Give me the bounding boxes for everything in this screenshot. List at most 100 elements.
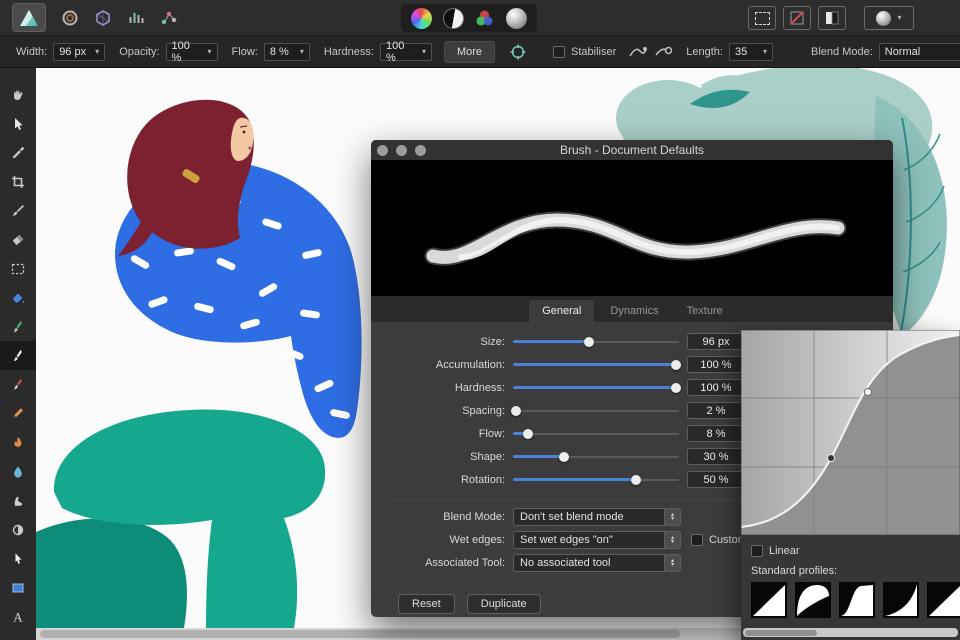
shape-slider[interactable] bbox=[513, 445, 679, 468]
curve-control-point-dark[interactable] bbox=[827, 454, 835, 462]
flood-fill-tool[interactable] bbox=[0, 283, 36, 312]
tab-dynamics[interactable]: Dynamics bbox=[597, 300, 671, 322]
node-tool[interactable] bbox=[0, 544, 36, 573]
brush-target-icon[interactable] bbox=[509, 43, 527, 61]
custom-checkbox[interactable] bbox=[691, 533, 703, 546]
dialog-titlebar[interactable]: Brush - Document Defaults bbox=[371, 140, 893, 160]
linear-label: Linear bbox=[769, 545, 800, 557]
chevron-down-icon: ▾ bbox=[897, 13, 902, 22]
accumulation-value[interactable]: 100 % bbox=[687, 356, 745, 373]
view-mode-button[interactable]: ▾ bbox=[864, 6, 914, 30]
eraser-tool[interactable] bbox=[0, 225, 36, 254]
linear-checkbox[interactable] bbox=[751, 545, 763, 557]
rectangle-tool[interactable] bbox=[0, 573, 36, 602]
hardness-value[interactable]: 100 % bbox=[687, 379, 745, 396]
profile-thumb-scurve[interactable] bbox=[839, 582, 875, 618]
blend-mode-label: Blend Mode: bbox=[443, 510, 505, 523]
reset-button[interactable]: Reset bbox=[398, 594, 455, 614]
tab-texture[interactable]: Texture bbox=[674, 300, 736, 322]
size-value[interactable]: 96 px bbox=[687, 333, 745, 350]
no-style-button[interactable] bbox=[783, 6, 811, 30]
persona-hexagon-icon[interactable] bbox=[94, 9, 112, 27]
profile-thumb-ramp2[interactable] bbox=[927, 582, 960, 618]
width-dropdown[interactable]: 96 px ▾ bbox=[53, 42, 106, 61]
burn-tool[interactable] bbox=[0, 428, 36, 457]
zoom-button[interactable] bbox=[415, 144, 426, 156]
colour-replacement-brush-tool[interactable] bbox=[0, 370, 36, 399]
flow-dropdown[interactable]: 8 % ▾ bbox=[263, 42, 310, 61]
rope-stabiliser-icon[interactable] bbox=[628, 44, 648, 60]
flow-slider[interactable] bbox=[513, 422, 679, 445]
mono-circle-icon[interactable] bbox=[442, 7, 464, 29]
profile-thumb-ramp[interactable] bbox=[751, 582, 787, 618]
spacing-value[interactable]: 2 % bbox=[687, 402, 745, 419]
wet-edges-select[interactable]: Set wet edges "on" ▴ ▾ bbox=[513, 530, 681, 549]
scrollbar-thumb[interactable] bbox=[40, 630, 680, 638]
main-toolbar: ▾ bbox=[0, 0, 960, 36]
dodge-tool[interactable] bbox=[0, 515, 36, 544]
rectangle-icon bbox=[12, 583, 24, 592]
move-tool[interactable] bbox=[0, 109, 36, 138]
profile-thumb-sail[interactable] bbox=[795, 582, 831, 618]
profile-curve-editor[interactable] bbox=[741, 330, 960, 535]
flow-value[interactable]: 8 % bbox=[687, 425, 745, 442]
profiles-scrollbar[interactable] bbox=[743, 628, 958, 637]
opacity-dropdown[interactable]: 100 % ▾ bbox=[165, 40, 218, 64]
hardness-slider[interactable] bbox=[513, 376, 681, 399]
marquee-select-tool[interactable] bbox=[0, 254, 36, 283]
more-button[interactable]: More bbox=[443, 40, 496, 63]
white-brush-icon bbox=[14, 349, 22, 361]
window-stabiliser-icon[interactable] bbox=[654, 44, 674, 60]
export-nodes-icon[interactable] bbox=[160, 9, 178, 27]
pencil-tool[interactable] bbox=[0, 399, 36, 428]
spacing-slider[interactable] bbox=[511, 399, 679, 422]
minimize-button[interactable] bbox=[396, 144, 407, 156]
duplicate-button[interactable]: Duplicate bbox=[466, 594, 541, 614]
scrollbar-thumb[interactable] bbox=[745, 629, 817, 636]
marquee-icon bbox=[11, 263, 25, 274]
crop-tool[interactable] bbox=[0, 167, 36, 196]
gamut-icon bbox=[826, 11, 839, 25]
associated-tool-label: Associated Tool: bbox=[425, 556, 505, 569]
eyedropper-icon bbox=[12, 146, 25, 158]
smudge-tool[interactable] bbox=[0, 486, 36, 515]
blend-mode-dropdown[interactable]: Normal ▴▾ bbox=[878, 42, 960, 61]
paint-brush-tool[interactable] bbox=[0, 341, 36, 370]
color-wheel-icon[interactable] bbox=[411, 7, 433, 29]
tab-general[interactable]: General bbox=[528, 299, 596, 322]
rotation-slider[interactable] bbox=[513, 468, 679, 491]
donut-icon[interactable] bbox=[61, 9, 79, 27]
associated-tool-select[interactable]: No associated tool ▴ ▾ bbox=[513, 553, 681, 572]
colour-picker-tool[interactable] bbox=[0, 138, 36, 167]
length-dropdown[interactable]: 35 ▾ bbox=[728, 42, 773, 61]
shape-value[interactable]: 30 % bbox=[687, 448, 745, 465]
vector-brush-tool[interactable] bbox=[0, 196, 36, 225]
text-tool[interactable]: A bbox=[0, 602, 36, 631]
affinity-logo-button[interactable] bbox=[12, 3, 46, 32]
tool-sidebar: A bbox=[0, 68, 36, 640]
curve-control-point-light[interactable] bbox=[864, 388, 872, 396]
view-hand-tool[interactable] bbox=[0, 80, 36, 109]
white-arrow-icon bbox=[15, 553, 22, 564]
opacity-label: Opacity: bbox=[119, 45, 160, 58]
marquee-toggle-button[interactable] bbox=[748, 6, 776, 30]
adjust-bars-icon[interactable] bbox=[127, 9, 145, 27]
wet-edges-profile-popover: Linear Standard profiles: bbox=[741, 330, 960, 640]
rotation-value[interactable]: 50 % bbox=[687, 471, 745, 488]
hardness-dropdown[interactable]: 100 % ▾ bbox=[379, 40, 432, 64]
close-button[interactable] bbox=[377, 144, 388, 156]
sphere-icon bbox=[876, 10, 892, 26]
rgb-circles-icon[interactable] bbox=[474, 8, 495, 29]
accumulation-label: Accumulation: bbox=[435, 358, 505, 371]
gamut-check-button[interactable] bbox=[818, 6, 846, 30]
stabiliser-checkbox[interactable] bbox=[553, 45, 566, 58]
pixel-brush-tool[interactable] bbox=[0, 312, 36, 341]
bucket-icon bbox=[13, 293, 25, 303]
size-slider[interactable] bbox=[513, 330, 679, 353]
sphere-icon[interactable] bbox=[505, 7, 527, 29]
affinity-logo bbox=[20, 9, 38, 26]
accumulation-slider[interactable] bbox=[513, 353, 681, 376]
blend-mode-select[interactable]: Don't set blend mode ▴ ▾ bbox=[513, 507, 681, 526]
blur-tool[interactable] bbox=[0, 457, 36, 486]
profile-thumb-concave[interactable] bbox=[883, 582, 919, 618]
